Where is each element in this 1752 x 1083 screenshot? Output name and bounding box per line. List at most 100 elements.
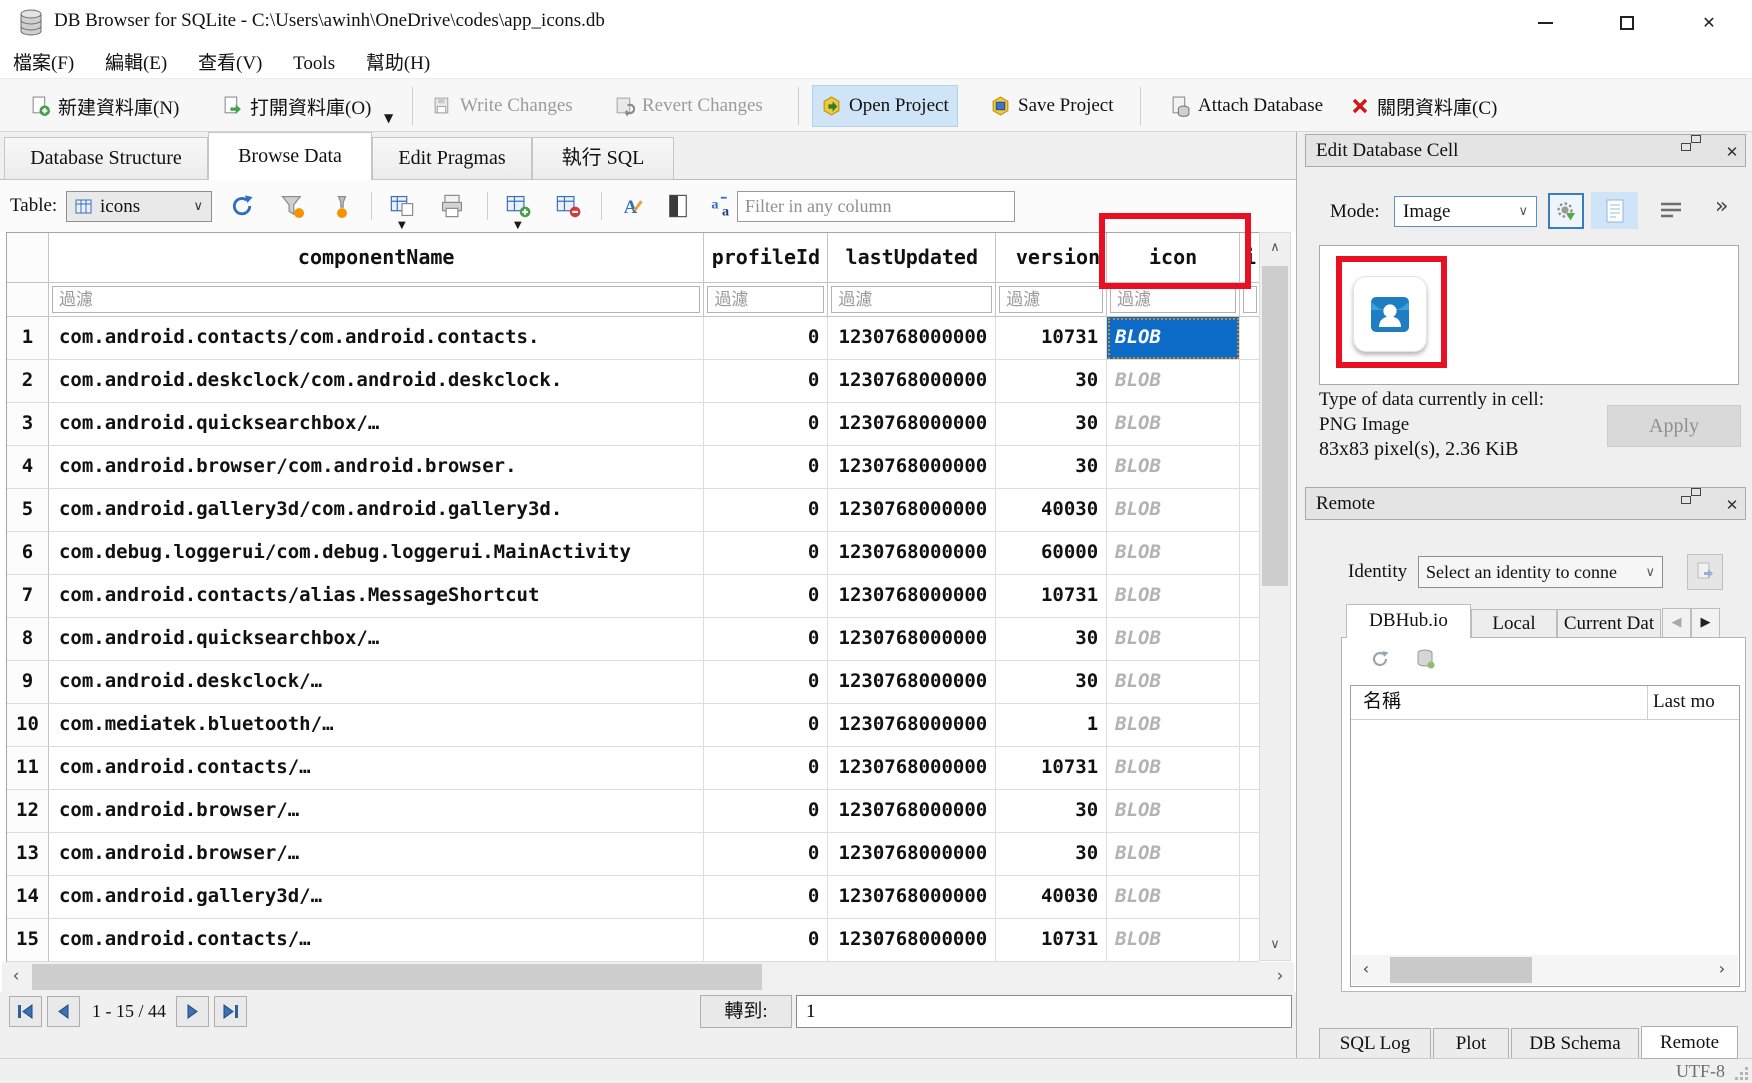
cell-partial[interactable] <box>1240 575 1259 618</box>
cell-profileId[interactable]: 0 <box>704 403 828 446</box>
clear-filters-button[interactable] <box>279 193 305 219</box>
cell-profileId[interactable]: 0 <box>704 790 828 833</box>
cell-lastUpdated[interactable]: 1230768000000 <box>828 403 996 446</box>
header-lastUpdated[interactable]: lastUpdated <box>828 233 996 283</box>
cell-profileId[interactable]: 0 <box>704 489 828 532</box>
cell-icon[interactable]: BLOB <box>1107 790 1240 833</box>
cell-partial[interactable] <box>1240 618 1259 661</box>
cell-version[interactable]: 10731 <box>996 575 1107 618</box>
menu-edit[interactable]: 編輯(E) <box>92 45 180 78</box>
cell-icon[interactable]: BLOB <box>1107 317 1240 360</box>
cell-partial[interactable] <box>1240 446 1259 489</box>
cell-profileId[interactable]: 0 <box>704 446 828 489</box>
scroll-right-icon[interactable]: › <box>1266 962 1294 992</box>
cell-componentName[interactable]: com.android.quicksearchbox/… <box>49 403 704 446</box>
cell-componentName[interactable]: com.android.contacts/alias.MessageShortc… <box>49 575 704 618</box>
cell-lastUpdated[interactable]: 1230768000000 <box>828 532 996 575</box>
filter-any-column-input[interactable] <box>737 191 1015 222</box>
cell-profileId[interactable]: 0 <box>704 876 828 919</box>
cell-profileId[interactable]: 0 <box>704 833 828 876</box>
write-changes-button[interactable]: Write Changes <box>424 85 581 127</box>
cell-version[interactable]: 40030 <box>996 489 1107 532</box>
cell-profileId[interactable]: 0 <box>704 919 828 962</box>
header-version[interactable]: version <box>996 233 1107 283</box>
tab-database-structure[interactable]: Database Structure <box>4 137 208 180</box>
minimize-button[interactable] <box>1510 0 1580 45</box>
cell-icon[interactable]: BLOB <box>1107 747 1240 790</box>
cell-icon[interactable]: BLOB <box>1107 661 1240 704</box>
cell-version[interactable]: 30 <box>996 661 1107 704</box>
identity-select[interactable]: Select an identity to conne ∨ <box>1418 556 1663 588</box>
tab-edit-pragmas[interactable]: Edit Pragmas <box>372 137 532 180</box>
cell-lastUpdated[interactable]: 1230768000000 <box>828 489 996 532</box>
cell-partial[interactable] <box>1240 747 1259 790</box>
remote-clone-button[interactable] <box>1415 648 1437 670</box>
cell-componentName[interactable]: com.android.browser/… <box>49 790 704 833</box>
encoding-indicator[interactable]: UTF-8 <box>1676 1059 1725 1083</box>
open-project-button[interactable]: Open Project <box>812 85 958 127</box>
cell-version[interactable]: 10731 <box>996 747 1107 790</box>
float-panel-icon[interactable] <box>1691 143 1709 161</box>
cell-lastUpdated[interactable]: 1230768000000 <box>828 919 996 962</box>
cell-componentName[interactable]: com.android.contacts/com.android.contact… <box>49 317 704 360</box>
scroll-up-icon[interactable]: ∧ <box>1260 233 1290 263</box>
cell-icon[interactable]: BLOB <box>1107 704 1240 747</box>
insert-record-dropdown-icon[interactable]: ▼ <box>514 220 522 231</box>
filter-input[interactable] <box>707 286 824 313</box>
cell-lastUpdated[interactable]: 1230768000000 <box>828 317 996 360</box>
cell-partial[interactable] <box>1240 919 1259 962</box>
tab-scroll-left-icon[interactable]: ◀ <box>1662 608 1691 638</box>
scroll-left-icon[interactable]: ‹ <box>1354 955 1378 985</box>
header-icon[interactable]: icon <box>1107 233 1240 283</box>
panel-overflow-button[interactable]: » <box>1715 194 1728 219</box>
cell-partial[interactable] <box>1240 661 1259 704</box>
cell-lastUpdated[interactable]: 1230768000000 <box>828 876 996 919</box>
save-project-button[interactable]: Save Project <box>982 85 1122 127</box>
cell-lastUpdated[interactable]: 1230768000000 <box>828 704 996 747</box>
cell-partial[interactable] <box>1240 704 1259 747</box>
open-database-button[interactable]: 打開資料庫(O) <box>214 85 379 127</box>
cell-version[interactable]: 30 <box>996 360 1107 403</box>
cell-profileId[interactable]: 0 <box>704 532 828 575</box>
cell-partial[interactable] <box>1240 790 1259 833</box>
cell-icon[interactable]: BLOB <box>1107 876 1240 919</box>
cell-partial[interactable] <box>1240 876 1259 919</box>
horizontal-scrollbar[interactable]: ‹ › <box>2 962 1294 992</box>
cell-profileId[interactable]: 0 <box>704 661 828 704</box>
tab-execute-sql[interactable]: 執行 SQL <box>532 137 674 180</box>
tab-scroll-right-icon[interactable]: ▶ <box>1691 608 1720 638</box>
cell-icon[interactable]: BLOB <box>1107 489 1240 532</box>
delete-record-button[interactable] <box>555 193 581 219</box>
cell-componentName[interactable]: com.android.contacts/… <box>49 919 704 962</box>
close-database-button[interactable]: 關閉資料庫(C) <box>1342 85 1505 127</box>
save-results-button[interactable] <box>389 193 415 219</box>
open-database-dropdown-icon[interactable]: ▼ <box>384 111 393 125</box>
cell-componentName[interactable]: com.android.gallery3d/com.android.galler… <box>49 489 704 532</box>
apply-button[interactable]: Apply <box>1607 405 1741 447</box>
cell-version[interactable]: 10731 <box>996 919 1107 962</box>
dock-tab-sql-log[interactable]: SQL Log <box>1319 1028 1431 1059</box>
revert-changes-button[interactable]: Revert Changes <box>606 85 771 127</box>
remote-database-list[interactable]: 名稱 Last mo ‹ › <box>1350 685 1740 987</box>
menu-view[interactable]: 查看(V) <box>185 45 275 78</box>
remote-tab-current-database[interactable]: Current Dat <box>1557 609 1661 638</box>
cell-partial[interactable] <box>1240 360 1259 403</box>
cell-icon[interactable]: BLOB <box>1107 919 1240 962</box>
table-select[interactable]: icons ∨ <box>66 191 212 222</box>
cell-componentName[interactable]: com.android.browser/com.android.browser. <box>49 446 704 489</box>
cell-lastUpdated[interactable]: 1230768000000 <box>828 747 996 790</box>
insert-record-button[interactable] <box>505 193 531 219</box>
cell-icon[interactable]: BLOB <box>1107 446 1240 489</box>
push-database-button[interactable] <box>1687 554 1723 590</box>
cell-lastUpdated[interactable]: 1230768000000 <box>828 360 996 403</box>
horizontal-scrollbar-thumb[interactable] <box>32 964 762 990</box>
import-data-button[interactable] <box>1548 193 1584 229</box>
remote-refresh-button[interactable] <box>1369 648 1391 670</box>
cell-partial[interactable] <box>1240 532 1259 575</box>
filter-input[interactable] <box>831 286 992 313</box>
cell-partial[interactable] <box>1240 403 1259 446</box>
scroll-left-icon[interactable]: ‹ <box>2 962 30 992</box>
cell-lastUpdated[interactable]: 1230768000000 <box>828 661 996 704</box>
goto-button[interactable]: 轉到: <box>700 995 792 1028</box>
cell-profileId[interactable]: 0 <box>704 575 828 618</box>
